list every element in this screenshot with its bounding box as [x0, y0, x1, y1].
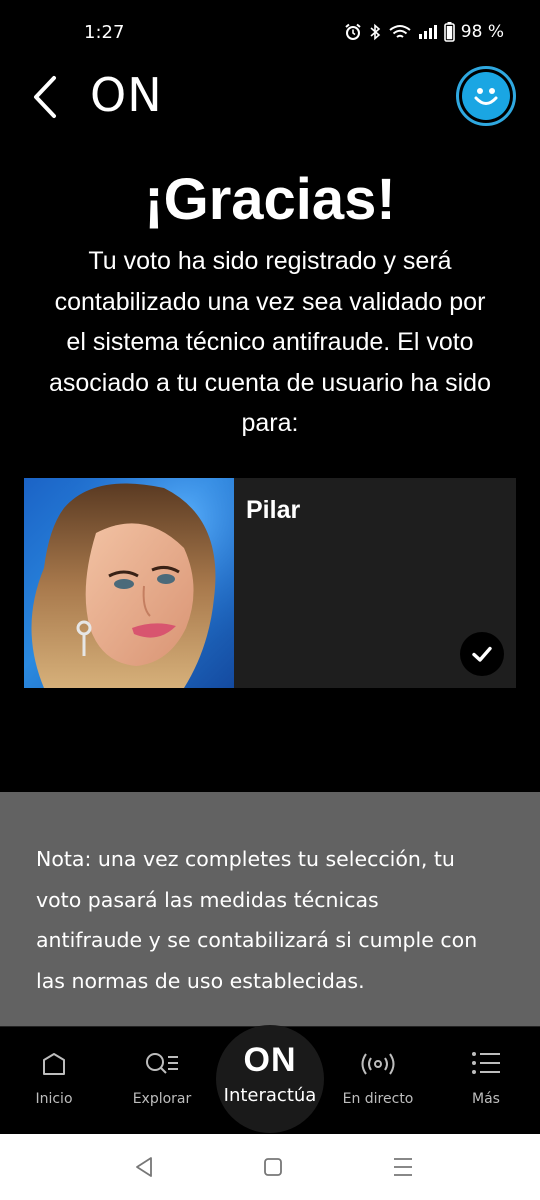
message-line: el sistema técnico antifraude. El voto	[66, 328, 474, 356]
battery-percentage: 98 %	[460, 22, 504, 42]
smiley-avatar-icon	[474, 88, 498, 105]
home-icon	[43, 1053, 65, 1075]
status-bar: 1:27 98 %	[0, 0, 540, 62]
nav-item-inicio[interactable]: Inicio	[0, 1027, 108, 1135]
message-line: asociado a tu cuenta de usuario ha sido	[49, 368, 491, 397]
status-icons: 98 %	[344, 22, 504, 42]
avatar	[462, 72, 510, 120]
selected-badge	[460, 632, 504, 676]
nav-label: Interactúa	[223, 1085, 317, 1106]
avatar-button[interactable]	[456, 66, 516, 126]
broadcast-icon	[361, 1053, 395, 1075]
note-line: Nota: una vez completes tu selección, tu	[36, 847, 455, 871]
system-nav-bar	[0, 1134, 540, 1200]
app-title: ON	[90, 68, 163, 122]
signal-icon	[418, 25, 437, 39]
candidate-photo	[24, 478, 234, 688]
antifraud-note: Nota: una vez completes tu selección, tu…	[36, 839, 506, 1001]
checkmark-icon	[472, 646, 492, 662]
alarm-icon	[345, 23, 361, 40]
nav-label: Inicio	[35, 1091, 73, 1107]
vote-confirmation-message: Tu voto ha sido registrado y será contab…	[20, 241, 520, 444]
candidate-card[interactable]: Pilar	[24, 478, 516, 688]
bottom-nav: Inicio Explorar ON Interactúa En directo	[0, 1025, 540, 1135]
chevron-left-icon	[34, 76, 56, 118]
nav-label: Más	[472, 1091, 500, 1107]
status-time: 1:27	[84, 22, 125, 43]
candidate-name: Pilar	[246, 496, 301, 524]
nav-label: En directo	[342, 1091, 414, 1107]
message-line: contabilizado una vez sea validado por	[54, 287, 486, 316]
message-line: para:	[241, 409, 299, 437]
note-line: voto pasará las medidas técnicas	[36, 887, 379, 912]
search-list-icon	[146, 1053, 178, 1074]
bluetooth-icon	[370, 23, 381, 41]
message-line: Tu voto ha sido registrado y será	[88, 247, 452, 275]
on-logo-icon: ON	[243, 1041, 297, 1079]
note-line: antifraude y se contabilizará si cumple …	[36, 928, 478, 952]
back-triangle-icon[interactable]	[134, 1156, 154, 1178]
battery-icon	[443, 22, 455, 42]
note-line: las normas de uso establecidas.	[36, 968, 365, 993]
nav-item-mas[interactable]: Más	[432, 1027, 540, 1135]
thanks-title: ¡Gracias!	[144, 167, 396, 232]
note-panel: Nota: una vez completes tu selección, tu…	[0, 792, 540, 1026]
nav-item-en-directo[interactable]: En directo	[324, 1027, 432, 1135]
home-square-icon[interactable]	[263, 1156, 283, 1178]
back-button[interactable]	[26, 74, 66, 120]
recents-lines-icon[interactable]	[392, 1156, 414, 1178]
menu-list-icon	[472, 1052, 500, 1074]
wifi-icon	[389, 25, 411, 38]
nav-item-explorar[interactable]: Explorar	[108, 1027, 216, 1135]
app-header: ON	[0, 62, 540, 132]
nav-item-interactua[interactable]: ON Interactúa	[216, 1025, 324, 1133]
